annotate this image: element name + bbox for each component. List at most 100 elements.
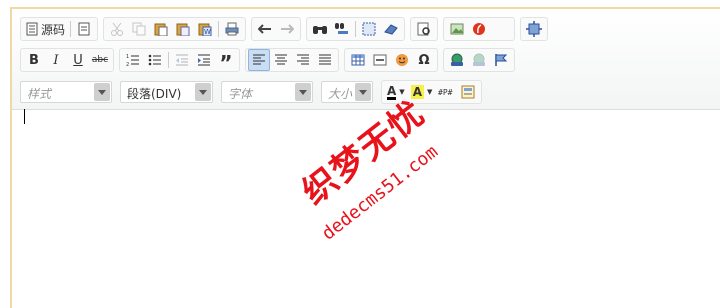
underline-button[interactable]: U	[67, 49, 89, 71]
paste-button[interactable]	[150, 18, 172, 40]
horizontal-rule-icon	[373, 54, 387, 66]
flash-icon	[473, 23, 486, 35]
italic-button[interactable]: I	[45, 49, 67, 71]
background-color-icon: A	[410, 85, 424, 99]
style-combo-label: 样式	[27, 87, 52, 101]
insert-template-icon	[461, 85, 475, 99]
paste-text-button[interactable]	[172, 18, 194, 40]
print-button[interactable]	[221, 18, 243, 40]
copy-button[interactable]	[128, 18, 150, 40]
align-justify-button[interactable]	[314, 49, 336, 71]
bulleted-list-button[interactable]	[144, 49, 166, 71]
insert-template-button[interactable]	[457, 81, 479, 103]
italic-icon: I	[53, 52, 59, 68]
table-button[interactable]	[347, 49, 369, 71]
bold-icon: B	[29, 52, 39, 68]
flag-icon	[495, 54, 508, 66]
toolbar-group-undo	[251, 17, 302, 41]
outdent-button[interactable]	[171, 49, 193, 71]
indent-icon	[198, 54, 210, 66]
chevron-down-icon	[355, 83, 371, 101]
separator	[70, 21, 72, 37]
paste-word-button[interactable]: W	[194, 18, 216, 40]
binoculars-icon	[313, 26, 328, 34]
style-combo[interactable]: 样式	[20, 81, 112, 103]
unlink-icon	[473, 53, 485, 66]
table-icon	[351, 54, 365, 66]
font-size-combo-label: 大小	[328, 87, 353, 101]
font-size-combo[interactable]: 大小	[321, 81, 373, 103]
strike-button[interactable]: abc	[89, 49, 111, 71]
maximize-icon	[526, 21, 543, 37]
toolbar-row-1: 源码 W	[20, 17, 553, 41]
indent-button[interactable]	[193, 49, 215, 71]
eraser-icon	[384, 24, 398, 35]
toolbar-group-preview	[410, 17, 439, 41]
scissors-icon	[111, 22, 124, 36]
link-button[interactable]	[446, 49, 468, 71]
chevron-down-icon	[94, 83, 110, 101]
cut-button[interactable]	[106, 18, 128, 40]
preview-icon	[417, 22, 430, 36]
toolbar-group-links	[443, 48, 515, 72]
separator	[168, 52, 169, 68]
redo-button[interactable]	[276, 18, 298, 40]
separator	[355, 21, 357, 37]
select-all-button[interactable]	[358, 18, 380, 40]
text-cursor	[24, 109, 25, 124]
page-break-button[interactable]: #P#	[435, 81, 457, 103]
replace-button[interactable]	[331, 18, 353, 40]
editor-content-area[interactable]	[12, 110, 720, 308]
toolbar-group-maximize	[520, 17, 549, 41]
chevron-down-icon	[195, 83, 211, 101]
image-icon	[450, 23, 464, 35]
bulleted-list-icon	[148, 54, 161, 66]
empty-slot	[490, 18, 512, 40]
link-icon	[451, 53, 463, 66]
caret-down-icon: ▼	[399, 88, 405, 96]
svg-text:W: W	[204, 28, 211, 36]
paste-text-icon	[176, 23, 190, 36]
undo-button[interactable]	[254, 18, 276, 40]
clipboard-icon	[154, 23, 168, 36]
toolbar-group-colors: A ▼ A ▼ #P#	[381, 80, 483, 104]
font-combo[interactable]: 字体	[221, 81, 313, 103]
source-button[interactable]: 源码	[23, 18, 68, 40]
align-right-icon	[297, 54, 309, 65]
smiley-button[interactable]	[391, 49, 413, 71]
align-left-button[interactable]	[248, 49, 270, 71]
numbered-list-icon: 12	[126, 54, 139, 67]
undo-icon	[258, 24, 272, 34]
copy-icon	[132, 22, 146, 36]
strike-icon: abc	[91, 55, 109, 65]
align-right-button[interactable]	[292, 49, 314, 71]
flash-button[interactable]	[468, 18, 490, 40]
align-center-icon	[275, 54, 287, 65]
image-button[interactable]	[446, 18, 468, 40]
align-justify-icon	[319, 54, 331, 65]
template-button[interactable]	[73, 18, 95, 40]
background-color-button[interactable]: A ▼	[408, 81, 436, 103]
bold-button[interactable]: B	[23, 49, 45, 71]
rich-text-editor: 源码 W B I U abc 1 2 ” Ω 样式 段落(DIV) 字体 大小 …	[10, 7, 720, 308]
text-color-button[interactable]: A ▼	[384, 81, 408, 103]
toolbar-group-clipboard: W	[103, 17, 247, 41]
toolbar-group-insert: Ω	[344, 48, 438, 72]
align-center-button[interactable]	[270, 49, 292, 71]
numbered-list-button[interactable]: 12	[122, 49, 144, 71]
special-char-button[interactable]: Ω	[413, 49, 435, 71]
maximize-button[interactable]	[523, 18, 545, 40]
toolbar-group-basicstyles: B I U abc	[20, 48, 114, 72]
blockquote-button[interactable]: ”	[215, 49, 237, 73]
preview-button[interactable]	[413, 18, 435, 40]
find-button[interactable]	[309, 18, 331, 40]
anchor-button[interactable]	[490, 49, 512, 71]
svg-text:1: 1	[126, 54, 129, 60]
toolbar-group-document: 源码	[20, 17, 99, 41]
unlink-button[interactable]	[468, 49, 490, 71]
remove-format-button[interactable]	[380, 18, 402, 40]
editor-toolbar: 源码 W B I U abc 1 2 ” Ω 样式 段落(DIV) 字体 大小 …	[12, 9, 720, 110]
paragraph-format-combo[interactable]: 段落(DIV)	[120, 81, 213, 103]
horizontal-rule-button[interactable]	[369, 49, 391, 71]
underline-icon: U	[73, 52, 83, 68]
